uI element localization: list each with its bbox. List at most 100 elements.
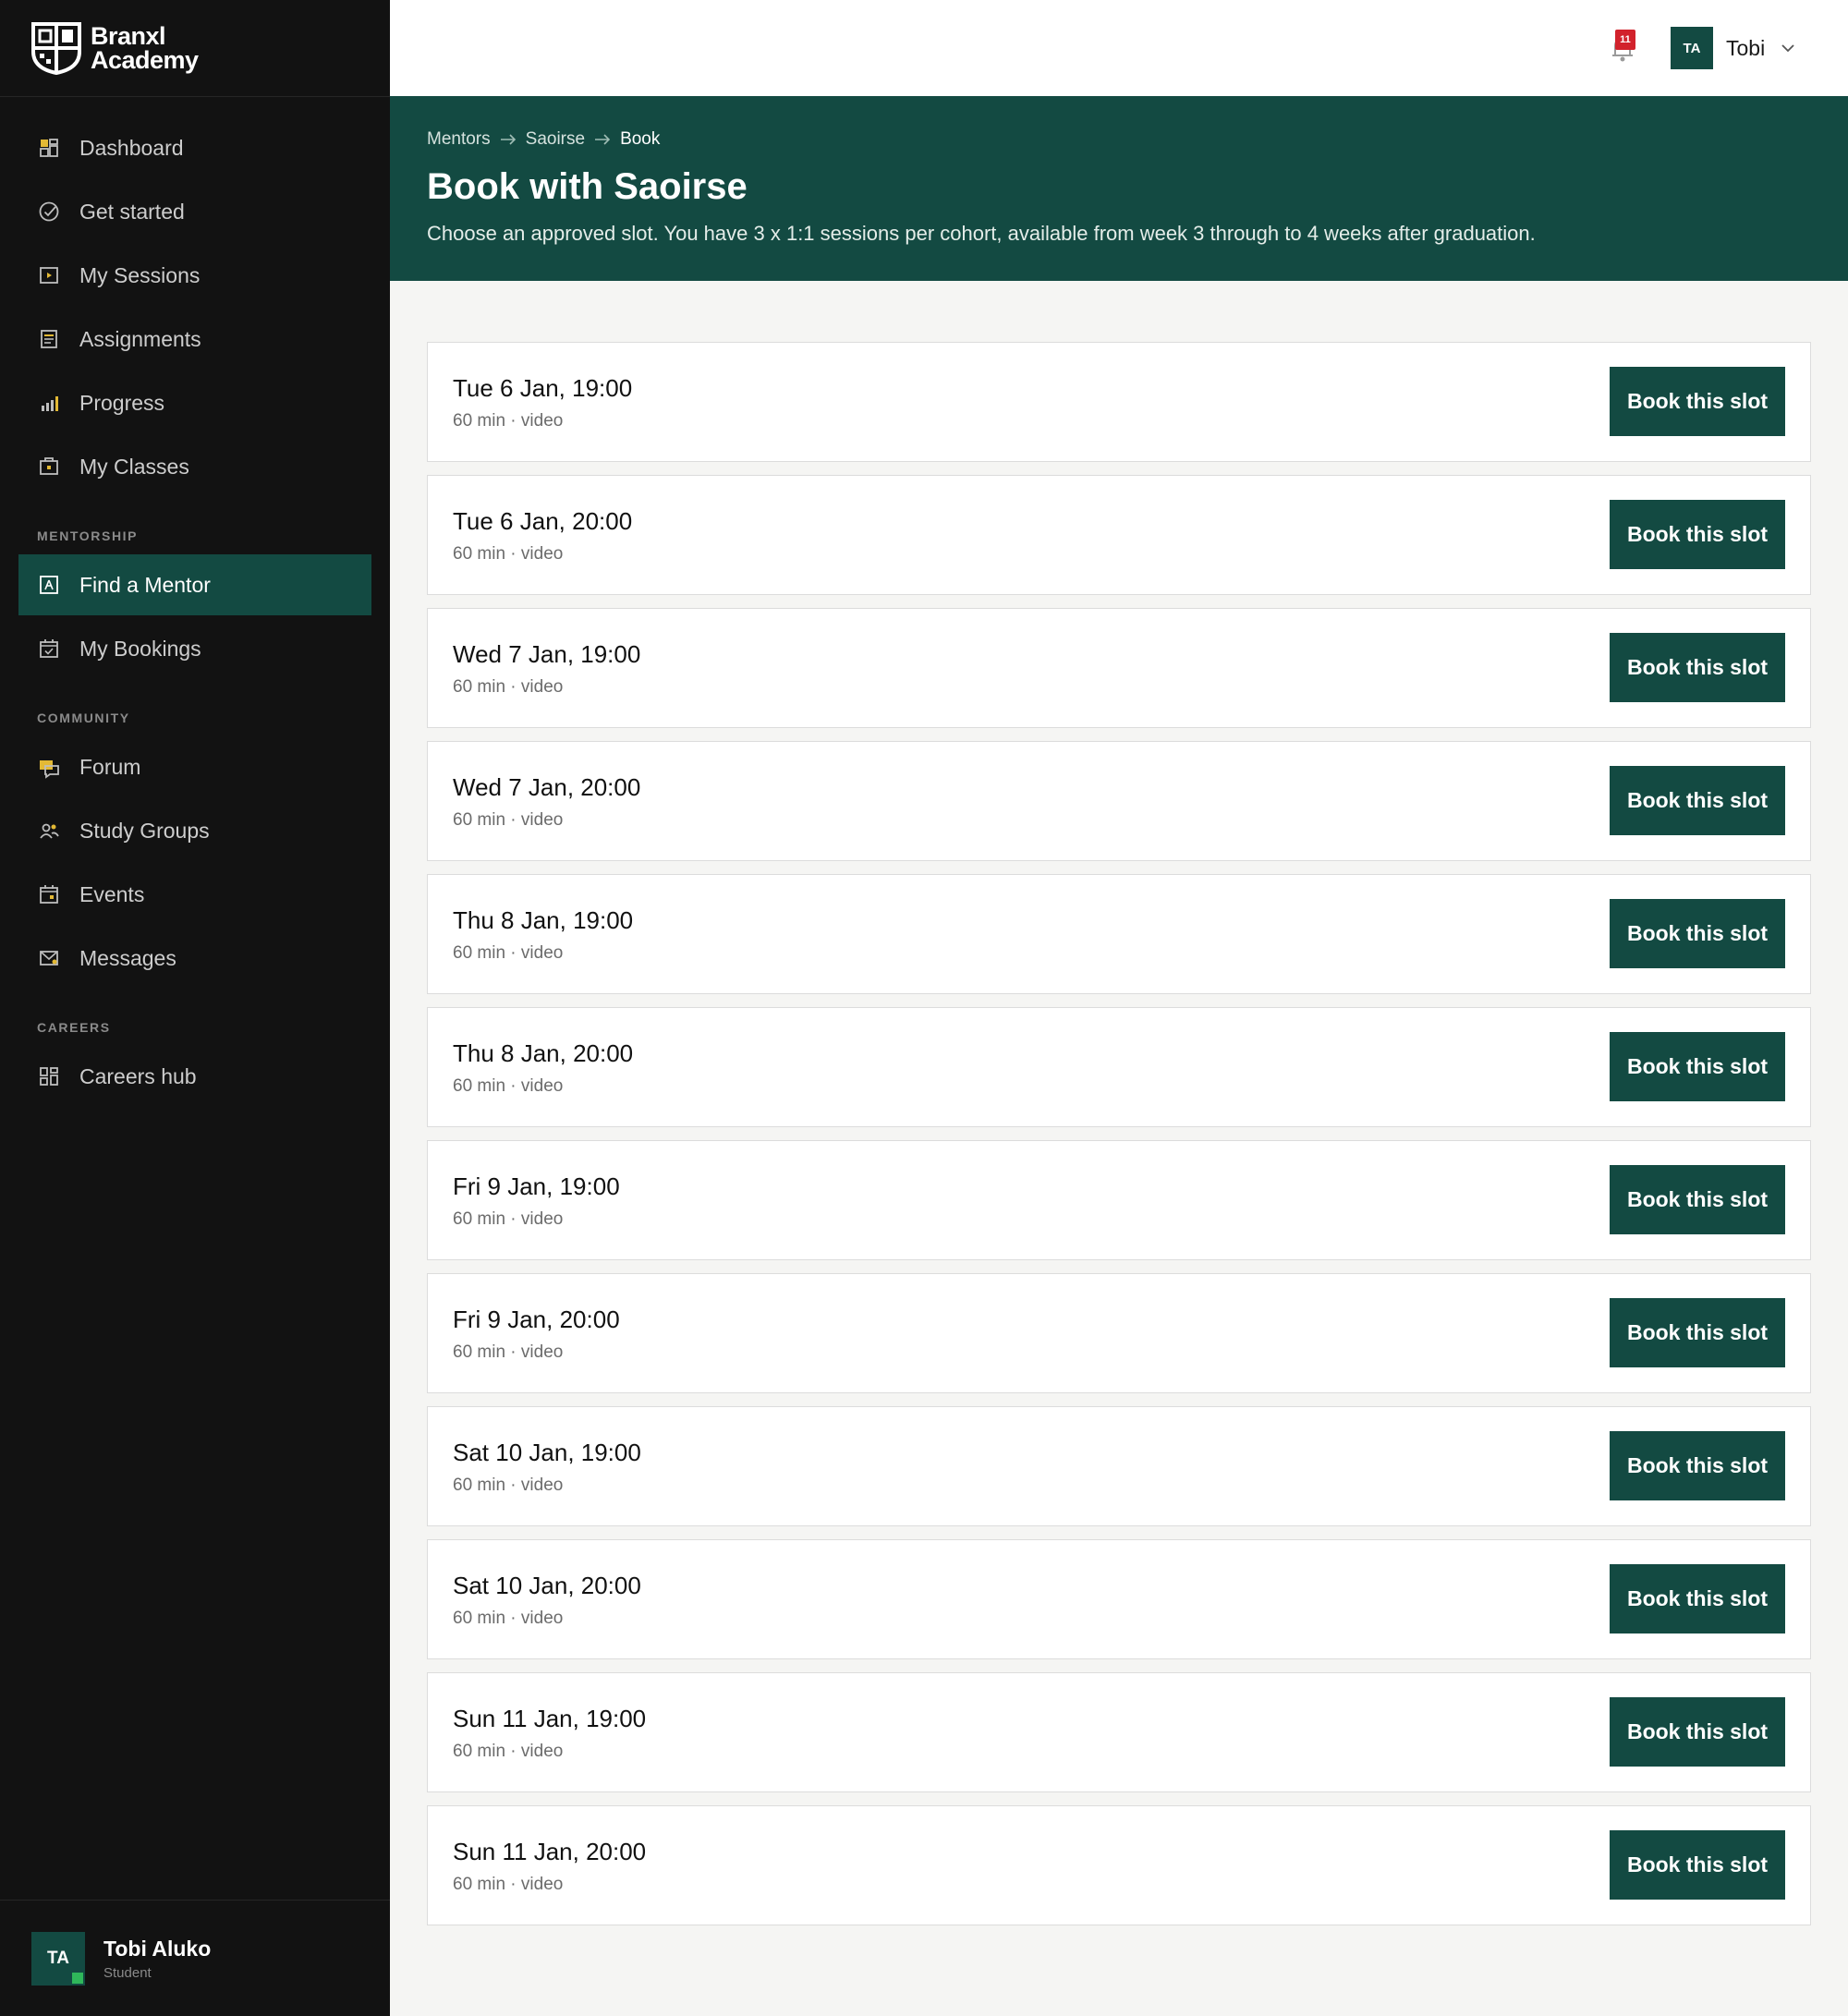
slot-datetime: Wed 7 Jan, 20:00 [453, 773, 641, 801]
sidebar-item-study-groups[interactable]: Study Groups [18, 800, 371, 861]
slot-details: 60 min · video [453, 810, 564, 830]
avatar-initials: TA [47, 1948, 69, 1968]
current-user-card[interactable]: TA Tobi Aluko Student [0, 1900, 390, 2016]
slot-datetime: Tue 6 Jan, 19:00 [453, 374, 633, 402]
book-slot-button[interactable]: Book this slot [1610, 1298, 1785, 1367]
slot-details: 60 min · video [453, 1875, 564, 1894]
mentor-icon [37, 573, 61, 597]
slot-datetime: Wed 7 Jan, 19:00 [453, 640, 641, 668]
book-slot-button[interactable]: Book this slot [1610, 899, 1785, 968]
sidebar-item-label: My Sessions [79, 262, 201, 287]
slot-details: 60 min · video [453, 1342, 564, 1362]
group-icon [37, 819, 61, 843]
breadcrumb-mentors[interactable]: Mentors [427, 129, 491, 150]
sidebar-item-assignments[interactable]: Assignments [18, 309, 371, 370]
sidebar-item-find-a-mentor[interactable]: Find a Mentor [18, 554, 371, 615]
book-slot-button[interactable]: Book this slot [1610, 1830, 1785, 1900]
section-label-careers: CAREERS [37, 1020, 111, 1035]
online-status-indicator [70, 1970, 85, 1986]
book-slot-button[interactable]: Book this slot [1610, 500, 1785, 569]
book-slot-button[interactable]: Book this slot [1610, 1697, 1785, 1767]
slot-card: Tue 6 Jan, 20:00 60 min · video Book thi… [427, 475, 1811, 595]
book-slot-button[interactable]: Book this slot [1610, 1564, 1785, 1633]
slot-datetime: Tue 6 Jan, 20:00 [453, 507, 633, 535]
sidebar-item-label: Assignments [79, 326, 201, 351]
calendar-icon [37, 882, 61, 906]
sidebar-item-label: Messages [79, 945, 176, 970]
breadcrumb: Mentors Saoirse Book [427, 129, 660, 150]
sidebar-item-label: Study Groups [79, 818, 210, 843]
top-bar: 11 TA Tobi [390, 0, 1848, 96]
slot-datetime: Fri 9 Jan, 20:00 [453, 1306, 620, 1333]
slot-card: Fri 9 Jan, 19:00 60 min · video Book thi… [427, 1140, 1811, 1260]
slot-card: Sun 11 Jan, 20:00 60 min · video Book th… [427, 1805, 1811, 1925]
mail-icon [37, 946, 61, 970]
bar-chart-icon [37, 391, 61, 415]
breadcrumb-book: Book [620, 129, 661, 149]
sidebar-item-events[interactable]: Events [18, 864, 371, 925]
book-slot-button[interactable]: Book this slot [1610, 1431, 1785, 1500]
slot-card: Sat 10 Jan, 19:00 60 min · video Book th… [427, 1406, 1811, 1526]
slot-card: Wed 7 Jan, 20:00 60 min · video Book thi… [427, 741, 1811, 861]
breadcrumb-saoirse[interactable]: Saoirse [526, 129, 585, 150]
sidebar-item-label: Forum [79, 754, 141, 779]
slot-details: 60 min · video [453, 943, 564, 963]
slot-card: Sun 11 Jan, 19:00 60 min · video Book th… [427, 1672, 1811, 1792]
classroom-icon [37, 455, 61, 479]
academy-crest-icon [31, 22, 81, 76]
arrow-right-icon [500, 134, 516, 145]
slot-details: 60 min · video [453, 544, 564, 564]
page-subtitle: Choose an approved slot. You have 3 x 1:… [427, 222, 1536, 245]
slot-details: 60 min · video [453, 1609, 564, 1628]
slot-datetime: Sat 10 Jan, 20:00 [453, 1572, 641, 1599]
grid-icon [37, 1064, 61, 1088]
book-slot-button[interactable]: Book this slot [1610, 367, 1785, 436]
book-slot-button[interactable]: Book this slot [1610, 766, 1785, 835]
section-label-mentorship: MENTORSHIP [37, 528, 139, 543]
sidebar-item-get-started[interactable]: Get started [18, 181, 371, 242]
sidebar-item-label: Dashboard [79, 135, 184, 160]
brand-name-line2: Academy [91, 46, 199, 74]
slot-datetime: Thu 8 Jan, 19:00 [453, 906, 634, 934]
sidebar-item-label: My Bookings [79, 636, 201, 661]
sidebar-item-progress[interactable]: Progress [18, 372, 371, 433]
sidebar-item-dashboard[interactable]: Dashboard [18, 117, 371, 178]
slot-card: Fri 9 Jan, 20:00 60 min · video Book thi… [427, 1273, 1811, 1393]
sidebar-item-my-bookings[interactable]: My Bookings [18, 618, 371, 679]
brand[interactable]: Branxl Academy [0, 0, 390, 97]
sidebar-item-label: Events [79, 881, 145, 906]
page-header: Mentors Saoirse Book Book with Saoirse C… [390, 96, 1848, 281]
sidebar-item-label: Get started [79, 199, 185, 224]
slot-card: Tue 6 Jan, 19:00 60 min · video Book thi… [427, 342, 1811, 462]
slot-details: 60 min · video [453, 1209, 564, 1229]
user-menu[interactable]: TA Tobi [1671, 27, 1796, 69]
user-menu-name: Tobi [1726, 35, 1766, 60]
chevron-down-icon [1781, 44, 1794, 53]
sidebar-item-my-sessions[interactable]: My Sessions [18, 245, 371, 306]
slot-details: 60 min · video [453, 1076, 564, 1096]
slot-datetime: Fri 9 Jan, 19:00 [453, 1172, 620, 1200]
brand-name-line1: Branxl [91, 22, 166, 50]
slot-details: 60 min · video [453, 1742, 564, 1761]
slot-datetime: Sun 11 Jan, 20:00 [453, 1838, 647, 1865]
check-circle-icon [37, 200, 61, 224]
section-label-community: COMMUNITY [37, 710, 130, 725]
sidebar-item-messages[interactable]: Messages [18, 928, 371, 989]
sidebar-item-label: Progress [79, 390, 165, 415]
slot-datetime: Thu 8 Jan, 20:00 [453, 1039, 634, 1067]
sidebar-item-label: My Classes [79, 454, 189, 479]
book-slot-button[interactable]: Book this slot [1610, 633, 1785, 702]
document-icon [37, 327, 61, 351]
sidebar-item-careers-hub[interactable]: Careers hub [18, 1046, 371, 1107]
user-role: Student [103, 1964, 152, 1981]
book-slot-button[interactable]: Book this slot [1610, 1165, 1785, 1234]
sidebar-item-my-classes[interactable]: My Classes [18, 436, 371, 497]
sidebar-item-forum[interactable]: Forum [18, 736, 371, 797]
book-slot-button[interactable]: Book this slot [1610, 1032, 1785, 1101]
sidebar-item-label: Find a Mentor [79, 572, 211, 597]
slot-details: 60 min · video [453, 677, 564, 697]
play-icon [37, 263, 61, 287]
slot-list: Tue 6 Jan, 19:00 60 min · video Book thi… [427, 342, 1811, 1938]
sidebar-item-label: Careers hub [79, 1063, 197, 1088]
avatar: TA [31, 1931, 85, 1986]
